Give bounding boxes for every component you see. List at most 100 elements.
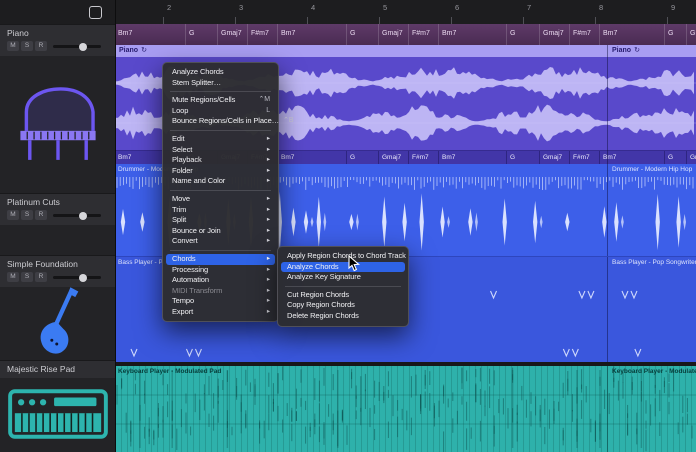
menu-item-label: Folder [172,166,193,177]
solo-button[interactable]: S [21,272,33,282]
menu-item-label: Delete Region Chords [287,311,359,322]
chord-separator [438,151,439,164]
volume-slider-knob[interactable] [79,274,87,282]
menu-item-label: Export [172,307,193,318]
menu-item-mute-regions-cells[interactable]: Mute Regions/Cells⌃M [166,95,275,106]
menu-item-label: Convert [172,236,198,247]
solo-button[interactable]: S [21,41,33,51]
submenu-arrow-icon: ▸ [267,176,270,187]
menu-item-label: Copy Region Chords [287,300,355,311]
solo-button[interactable]: S [21,210,33,220]
menu-item-label: Select [172,145,192,156]
menu-item-analyze-chords[interactable]: Analyze Chords [281,262,405,273]
piano-region-header[interactable]: Piano↻ Piano↻ [115,45,696,57]
menu-item-automation[interactable]: Automation▸ [166,275,275,286]
submenu-arrow-icon: ▸ [267,236,270,247]
volume-slider[interactable] [53,45,101,48]
menu-item-analyze-chords[interactable]: Analyze Chords [166,67,275,78]
chord-separator [408,24,409,45]
menu-item-name-and-color[interactable]: Name and Color▸ [166,176,275,187]
track-header-platinum-cuts[interactable]: Platinum Cuts MSR [0,193,115,255]
chord-separator [185,24,186,45]
mute-button[interactable]: M [7,210,19,220]
chord-separator [277,24,278,45]
chord-label: Bm7 [603,154,616,161]
volume-slider[interactable] [53,214,101,217]
submenu-arrow-icon: ▸ [267,286,270,297]
chord-label: G [668,30,673,37]
menu-item-copy-region-chords[interactable]: Copy Region Chords [281,300,405,311]
chord-label: Bm7 [281,30,295,37]
track-header-settings-icon[interactable] [89,6,102,19]
menu-item-select[interactable]: Select▸ [166,145,275,156]
menu-item-folder[interactable]: Folder▸ [166,166,275,177]
keyboard-region[interactable]: Keyboard Player - Modulated Pad Keyboard… [115,366,696,452]
track-name: Majestic Rise Pad [7,364,115,374]
menu-item-cut-region-chords[interactable]: Cut Region Chords [281,290,405,301]
menu-item-label: Playback [172,155,202,166]
menu-item-tempo[interactable]: Tempo ▸ [166,296,275,307]
menu-item-processing[interactable]: Processing▸ [166,265,275,276]
menu-item-midi-transform[interactable]: MIDI Transform▸ [166,286,275,297]
region-context-menu: Analyze ChordsStem Splitter… Mute Regions… [162,62,279,322]
submenu-arrow-icon: ▸ [267,254,270,265]
submenu-arrow-icon: ▸ [267,226,270,237]
menu-item-playback[interactable]: Playback▸ [166,155,275,166]
volume-slider-knob[interactable] [79,43,87,51]
loop-icon: ↻ [141,47,147,54]
chord-label: Gmaj7 [382,30,403,37]
menu-separator [170,130,271,131]
chord-label: Bm7 [118,30,132,37]
volume-slider-knob[interactable] [79,212,87,220]
ruler-bar-number: 7 [527,3,531,12]
menu-item-label: Chords [172,254,196,265]
menu-item-chords[interactable]: Chords ▸ [166,254,275,265]
chord-label: G [668,154,673,161]
mute-button[interactable]: M [7,272,19,282]
record-button[interactable]: R [35,210,47,220]
ruler-tick [235,17,236,24]
track-header-majestic-rise-pad[interactable]: Majestic Rise Pad [0,360,115,452]
menu-item-loop[interactable]: LoopL [166,106,275,117]
menu-item-analyze-key-signature[interactable]: Analyze Key Signature [281,272,405,283]
record-button[interactable]: R [35,272,47,282]
menu-item-split[interactable]: Split▸ [166,215,275,226]
menu-item-label: Tempo [172,296,194,307]
menu-item-convert[interactable]: Convert ▸ [166,236,275,247]
menu-item-apply-region-chords-to-chord-track[interactable]: Apply Region Chords to Chord Track [281,251,405,262]
menu-item-stem-splitter[interactable]: Stem Splitter… [166,78,275,89]
volume-slider[interactable] [53,276,101,279]
menu-item-label: Analyze Chords [287,262,339,273]
ruler-tick [523,17,524,24]
ruler-tick [379,17,380,24]
chord-separator [506,151,507,164]
ruler-bar-number: 5 [383,3,387,12]
menu-item-bounce-regions-cells-in-place[interactable]: Bounce Regions/Cells in Place…⌃B [166,116,275,127]
chord-label: F#m7 [251,30,269,37]
menu-separator [285,286,401,287]
menu-item-trim[interactable]: Trim▸ [166,205,275,216]
menu-item-label: Stem Splitter… [172,78,221,89]
track-header-piano[interactable]: PianoMSR [0,24,115,193]
chord-label: Gmaj7 [382,154,401,161]
menu-item-label: Analyze Chords [172,67,224,78]
menu-item-move[interactable]: Move▸ [166,194,275,205]
record-button[interactable]: R [35,41,47,51]
menu-item-export[interactable]: Export▸ [166,307,275,318]
menu-separator [170,190,271,191]
chords-submenu: Apply Region Chords to Chord TrackAnalyz… [277,246,409,327]
menu-item-shortcut: ⌃B [283,116,293,127]
track-header-simple-foundation[interactable]: Simple Foundation MSR [0,255,115,360]
menu-item-edit[interactable]: Edit▸ [166,134,275,145]
track-name: Platinum Cuts [7,197,115,207]
chord-global-track[interactable]: Bm7GGmaj7F#m7Bm7GGmaj7F#m7Bm7GGmaj7F#m7B… [115,24,696,46]
menu-item-label: Move [172,194,190,205]
mute-button[interactable]: M [7,41,19,51]
menu-item-label: Edit [172,134,185,145]
menu-item-delete-region-chords[interactable]: Delete Region Chords [281,311,405,322]
menu-item-bounce-or-join[interactable]: Bounce or Join▸ [166,226,275,237]
track-name: Simple Foundation [7,259,115,269]
bar-ruler[interactable]: 23456789 [115,0,696,25]
chord-label: F#m7 [573,154,590,161]
submenu-arrow-icon: ▸ [267,296,270,307]
